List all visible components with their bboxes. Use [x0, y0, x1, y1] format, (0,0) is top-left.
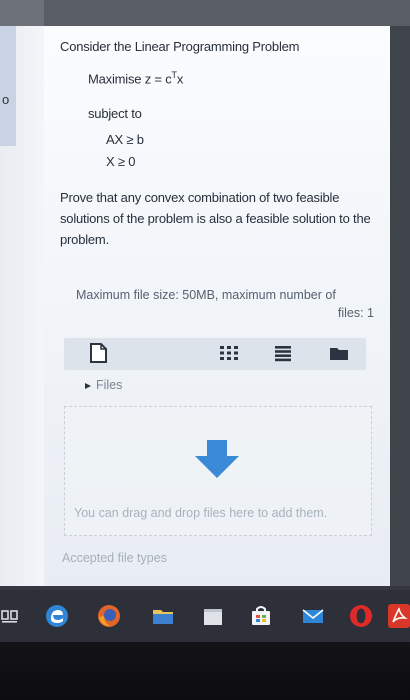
- grid-icon: [220, 346, 238, 360]
- objective-prefix: Maximise z = c: [88, 71, 172, 87]
- arrow-down-icon: [195, 440, 239, 478]
- shopping-bag-icon[interactable]: [248, 603, 274, 629]
- question-subject-to: subject to: [88, 106, 142, 121]
- folder-icon: [330, 348, 348, 360]
- question-constraint-2: X ≥ 0: [106, 154, 136, 169]
- folder-view-button[interactable]: [328, 344, 350, 362]
- list-icon: [275, 346, 291, 362]
- question-prove-text: Prove that any convex combination of two…: [60, 190, 371, 247]
- left-side-bar: [0, 26, 16, 146]
- store-icon[interactable]: [200, 603, 226, 629]
- add-file-button[interactable]: [84, 340, 112, 366]
- files-caret-icon[interactable]: [84, 382, 92, 390]
- objective-suffix: x: [176, 71, 184, 87]
- files-tree-label[interactable]: Files: [96, 378, 122, 392]
- mail-icon[interactable]: [300, 603, 326, 629]
- task-view-icon[interactable]: [0, 607, 22, 633]
- pdf-icon[interactable]: [386, 603, 410, 629]
- drop-zone-text: You can drag and drop files here to add …: [74, 506, 328, 520]
- left-panel-glyph: o: [2, 92, 10, 107]
- max-file-size-line1: Maximum file size: 50MB, maximum number …: [76, 288, 336, 302]
- file-icon: [90, 343, 107, 363]
- screen-right-edge: [390, 26, 410, 586]
- edge-icon[interactable]: [44, 603, 70, 629]
- firefox-icon[interactable]: [96, 603, 122, 629]
- list-view-button[interactable]: [272, 344, 294, 362]
- opera-icon[interactable]: [348, 603, 374, 629]
- question-intro: Consider the Linear Programming Problem: [60, 39, 300, 54]
- question-constraint-1: AX ≥ b: [106, 132, 144, 147]
- accepted-file-types-label: Accepted file types: [62, 551, 167, 565]
- monitor-bezel: [0, 642, 410, 700]
- max-file-size-note: Maximum file size: 50MB, maximum number …: [76, 286, 374, 322]
- question-objective: Maximise z = cTx: [88, 70, 183, 86]
- grid-view-button[interactable]: [218, 344, 240, 362]
- file-explorer-icon[interactable]: [150, 603, 176, 629]
- left-dark-strip: [0, 0, 44, 26]
- max-file-size-line2: files: 1: [337, 306, 374, 320]
